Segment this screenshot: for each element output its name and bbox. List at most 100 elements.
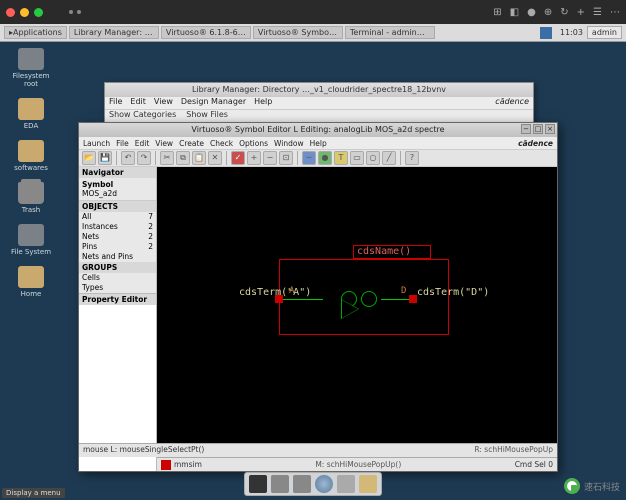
menu-view[interactable]: View: [154, 97, 173, 109]
library-manager-titlebar[interactable]: Library Manager: Directory …_v1_cloudrid…: [105, 83, 533, 97]
line-button[interactable]: ╱: [382, 151, 396, 165]
more-icon[interactable]: ⋯: [610, 7, 620, 18]
library-manager-subbar: Show Categories Show Files: [105, 109, 533, 121]
record-icon[interactable]: ●: [527, 7, 536, 18]
menu-check[interactable]: Check: [210, 139, 233, 148]
wire-left: [283, 299, 323, 300]
taskbar-item-symbol-editor[interactable]: Virtuoso® Symbol Edit…: [253, 26, 343, 39]
dock-item-app[interactable]: [293, 475, 311, 493]
dock: [244, 472, 382, 496]
status-bar: mmsim M: schHiMousePopUp() Cmd Sel 0: [157, 457, 557, 471]
nav-row-all[interactable]: All7: [79, 212, 156, 222]
tray-icon[interactable]: [540, 27, 552, 39]
taskbar-item-virtuoso[interactable]: Virtuoso® 6.1.8-64b L…: [161, 26, 251, 39]
dock-item-browser[interactable]: [315, 475, 333, 493]
menu-edit[interactable]: Edit: [130, 97, 146, 109]
label-button[interactable]: T: [334, 151, 348, 165]
pin-a[interactable]: [275, 295, 283, 303]
circle-button[interactable]: ○: [366, 151, 380, 165]
symbol-editor-menubar: Launch File Edit View Create Check Optio…: [79, 137, 557, 149]
help-button[interactable]: ?: [405, 151, 419, 165]
desktop-icon-filesystem-root[interactable]: Filesystem root: [6, 48, 56, 88]
menu-help[interactable]: Help: [310, 139, 327, 148]
copy-button[interactable]: ⧉: [176, 151, 190, 165]
schematic-canvas[interactable]: cdsTerm("A") cdsName() cdsTerm("D") A D: [157, 167, 557, 457]
user-menu[interactable]: admin: [587, 26, 622, 39]
nav-row-nets[interactable]: Nets2: [79, 232, 156, 242]
menu-icon[interactable]: ☰: [593, 7, 602, 18]
cadence-brand: cādence: [495, 97, 529, 109]
desktop-icon-eda[interactable]: EDA: [6, 98, 56, 130]
add-tab-icon[interactable]: ⊕: [544, 7, 552, 18]
redo-button[interactable]: ↷: [137, 151, 151, 165]
undo-button[interactable]: ↶: [121, 151, 135, 165]
layout-icon[interactable]: ⊞: [493, 7, 501, 18]
paste-button[interactable]: 📋: [192, 151, 206, 165]
dock-item-terminal[interactable]: [249, 475, 267, 493]
wire-button[interactable]: ─: [302, 151, 316, 165]
buffer-shape-1: [341, 299, 359, 319]
menu-options[interactable]: Options: [239, 139, 268, 148]
show-categories-toggle[interactable]: Show Categories: [109, 110, 176, 121]
desktop-icon-file-system[interactable]: File System: [6, 224, 56, 256]
open-button[interactable]: 📂: [82, 151, 96, 165]
tooltip: Display a menu: [2, 488, 65, 498]
symbol-editor-window[interactable]: Virtuoso® Symbol Editor L Editing: analo…: [78, 122, 558, 472]
close-icon[interactable]: ×: [545, 124, 555, 134]
library-manager-menubar: File Edit View Design Manager Help cāden…: [105, 97, 533, 109]
nav-row-types[interactable]: Types: [79, 283, 156, 293]
menu-window[interactable]: Window: [274, 139, 304, 148]
menu-file[interactable]: File: [109, 97, 122, 109]
refresh-icon[interactable]: ↻: [560, 7, 568, 18]
zoom-out-button[interactable]: −: [263, 151, 277, 165]
menu-help[interactable]: Help: [254, 97, 272, 109]
split-icon[interactable]: ◧: [510, 7, 519, 18]
desktop-icon-trash[interactable]: Trash: [6, 182, 56, 214]
taskbar-item-terminal[interactable]: Terminal - admin@logi…: [345, 26, 435, 39]
zoom-in-button[interactable]: +: [247, 151, 261, 165]
cut-button[interactable]: ✂: [160, 151, 174, 165]
dock-item-folder[interactable]: [359, 475, 377, 493]
applications-menu[interactable]: ▸Applications: [4, 26, 67, 39]
show-files-toggle[interactable]: Show Files: [186, 110, 228, 121]
close-window-button[interactable]: [6, 8, 15, 17]
status-indicator-icon: [161, 460, 171, 470]
desktop[interactable]: Filesystem root EDA softwares Trash File…: [0, 42, 626, 500]
check-button[interactable]: ✓: [231, 151, 245, 165]
delete-button[interactable]: ✕: [208, 151, 222, 165]
pin-button[interactable]: ●: [318, 151, 332, 165]
desktop-icon-home[interactable]: Home: [6, 266, 56, 298]
navigator-header: Navigator: [79, 167, 156, 178]
nav-row-pins[interactable]: Pins2: [79, 242, 156, 252]
menu-design-manager[interactable]: Design Manager: [181, 97, 246, 109]
nav-row-cells[interactable]: Cells: [79, 273, 156, 283]
dock-item-files[interactable]: [271, 475, 289, 493]
browser-toolbar-icons: ⊞ ◧ ● ⊕ ↻ + ☰ ⋯: [493, 7, 620, 18]
maximize-icon[interactable]: □: [533, 124, 543, 134]
status-cmd: Cmd Sel 0: [515, 460, 553, 469]
save-button[interactable]: 💾: [98, 151, 112, 165]
maximize-window-button[interactable]: [34, 8, 43, 17]
pin-d[interactable]: [409, 295, 417, 303]
menu-edit[interactable]: Edit: [135, 139, 150, 148]
menu-launch[interactable]: Launch: [83, 139, 110, 148]
menu-file[interactable]: File: [116, 139, 129, 148]
minimize-icon[interactable]: −: [521, 124, 531, 134]
nav-row-instances[interactable]: Instances2: [79, 222, 156, 232]
menu-create[interactable]: Create: [179, 139, 204, 148]
clock: 11:03: [556, 28, 587, 37]
window-traffic-lights: [6, 8, 43, 17]
taskbar-item-library[interactable]: Library Manager: Direct…: [69, 26, 159, 39]
plus-icon[interactable]: +: [577, 7, 585, 18]
symbol-editor-titlebar[interactable]: Virtuoso® Symbol Editor L Editing: analo…: [79, 123, 557, 137]
linux-taskbar: ▸Applications Library Manager: Direct… V…: [0, 24, 626, 42]
zoom-fit-button[interactable]: ⊡: [279, 151, 293, 165]
status-bottom-left: mmsim: [174, 460, 202, 469]
rect-button[interactable]: ▭: [350, 151, 364, 165]
cdsname-label: cdsName(): [357, 246, 411, 257]
desktop-icon-softwares[interactable]: softwares: [6, 140, 56, 172]
nav-row-nets-and-pins[interactable]: Nets and Pins: [79, 252, 156, 262]
dock-item-search[interactable]: [337, 475, 355, 493]
minimize-window-button[interactable]: [20, 8, 29, 17]
menu-view[interactable]: View: [155, 139, 173, 148]
